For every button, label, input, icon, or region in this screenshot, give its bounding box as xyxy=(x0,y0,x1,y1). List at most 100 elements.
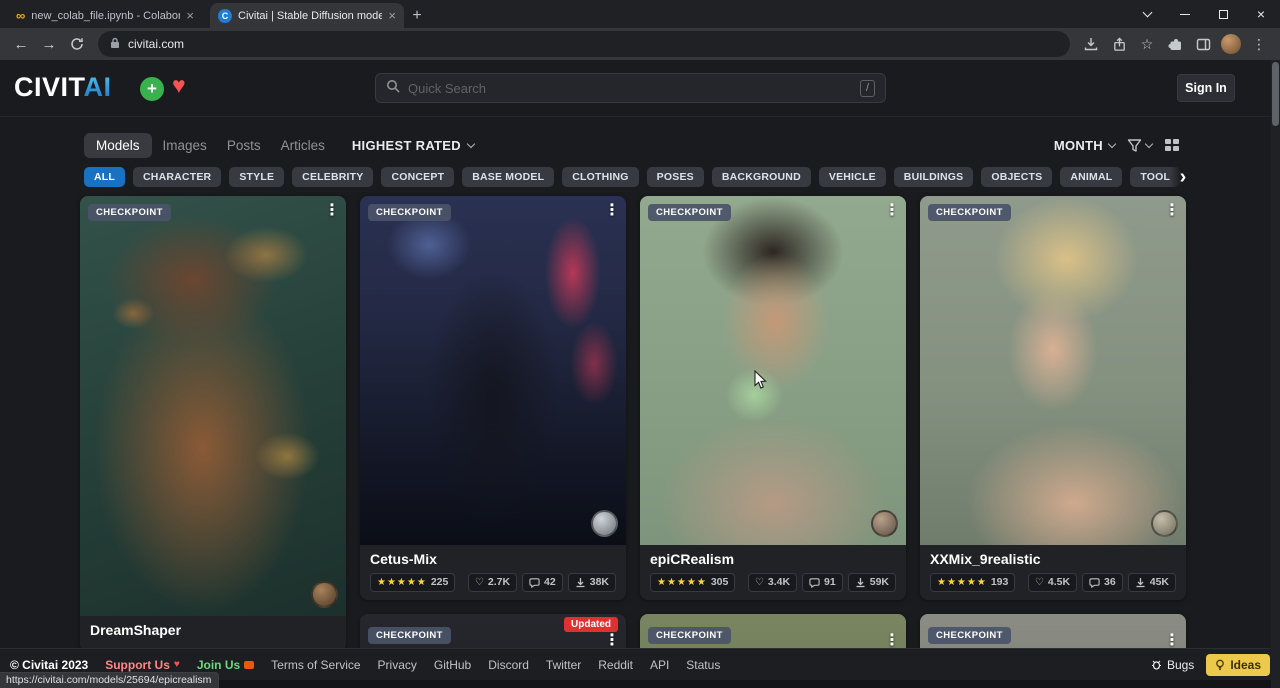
comment-icon xyxy=(809,577,820,588)
category-chip-style[interactable]: STYLE xyxy=(229,167,284,187)
filter-button[interactable] xyxy=(1127,138,1152,153)
address-bar[interactable]: civitai.com xyxy=(98,31,1070,57)
sort-select[interactable]: HIGHEST RATED xyxy=(352,138,474,153)
footer-link-twitter[interactable]: Twitter xyxy=(546,658,581,672)
card-title: DreamShaper xyxy=(90,622,336,638)
create-button[interactable]: + xyxy=(140,77,164,101)
profile-avatar[interactable] xyxy=(1221,34,1241,54)
layout-toggle-button[interactable] xyxy=(1164,138,1180,152)
tab-posts[interactable]: Posts xyxy=(218,133,270,158)
extensions-icon[interactable] xyxy=(1162,31,1188,57)
category-chip-poses[interactable]: POSES xyxy=(647,167,704,187)
browser-window: ∞ new_colab_file.ipynb - Colaborat × C C… xyxy=(0,0,1280,688)
search-input[interactable] xyxy=(408,81,852,96)
card-menu-icon[interactable]: ⋮ xyxy=(884,200,900,220)
ideas-button[interactable]: Ideas xyxy=(1206,654,1270,676)
category-chip-vehicle[interactable]: VEHICLE xyxy=(819,167,886,187)
category-chip-concept[interactable]: CONCEPT xyxy=(381,167,454,187)
footer-link-join-us[interactable]: Join Us xyxy=(197,658,254,672)
period-select[interactable]: MONTH xyxy=(1054,138,1115,153)
forward-button[interactable]: → xyxy=(36,31,62,57)
content-tabs: Models Images Posts Articles xyxy=(84,133,334,158)
rating-badge: ★★★★★ 225 xyxy=(370,573,455,592)
checkpoint-badge: CHECKPOINT xyxy=(88,204,171,221)
category-chip-celebrity[interactable]: CELEBRITY xyxy=(292,167,373,187)
scrollbar-thumb[interactable] xyxy=(1272,62,1279,126)
browser-menu-icon[interactable]: ⋮ xyxy=(1246,31,1272,57)
bookmark-star-icon[interactable]: ☆ xyxy=(1134,31,1160,57)
category-chip-clothing[interactable]: CLOTHING xyxy=(562,167,638,187)
tab-search-chevron-icon[interactable] xyxy=(1128,0,1166,28)
category-chip-objects[interactable]: OBJECTS xyxy=(981,167,1052,187)
category-chip-buildings[interactable]: BUILDINGS xyxy=(894,167,974,187)
sign-in-button[interactable]: Sign In xyxy=(1177,74,1235,102)
card-image: CHECKPOINT ⋮ xyxy=(360,196,626,545)
card-menu-icon[interactable]: ⋮ xyxy=(884,630,900,650)
category-chip-animal[interactable]: ANIMAL xyxy=(1060,167,1122,187)
side-panel-icon[interactable] xyxy=(1190,31,1216,57)
card-stats: ★★★★★ 225 ♡2.7K 42 38K xyxy=(370,573,616,592)
scrollbar[interactable] xyxy=(1271,60,1280,688)
grid-icon xyxy=(1164,138,1180,152)
card-title: epiCRealism xyxy=(650,551,896,567)
checkpoint-badge: CHECKPOINT xyxy=(648,627,731,644)
search-icon xyxy=(386,79,400,98)
mouse-cursor xyxy=(753,370,769,395)
search-bar[interactable]: / xyxy=(375,73,886,103)
browser-tab-bar: ∞ new_colab_file.ipynb - Colaborat × C C… xyxy=(0,0,1280,28)
tab-articles[interactable]: Articles xyxy=(272,133,334,158)
model-card-dreamshaper[interactable]: CHECKPOINT ⋮ DreamShaper xyxy=(80,196,346,652)
model-card-xxmix9realistic[interactable]: CHECKPOINT ⋮ XXMix_9realistic ★★★★★ 193 xyxy=(920,196,1186,600)
civitai-favicon: C xyxy=(218,9,232,23)
creator-avatar[interactable] xyxy=(311,581,338,608)
browser-tab-colab[interactable]: ∞ new_colab_file.ipynb - Colaborat × xyxy=(8,3,202,28)
comments-badge: 36 xyxy=(1082,573,1123,592)
footer-link-reddit[interactable]: Reddit xyxy=(598,658,633,672)
category-chip-character[interactable]: CHARACTER xyxy=(133,167,221,187)
tab-close-icon[interactable]: × xyxy=(388,9,396,22)
tab-close-icon[interactable]: × xyxy=(186,9,194,22)
briefcase-icon xyxy=(244,661,254,669)
rating-count: 193 xyxy=(991,576,1009,589)
new-tab-button[interactable]: + xyxy=(404,3,430,28)
footer-link-support-us[interactable]: Support Us♥ xyxy=(105,658,180,672)
category-chip-background[interactable]: BACKGROUND xyxy=(712,167,811,187)
card-menu-icon[interactable]: ⋮ xyxy=(1164,630,1180,650)
minimize-button[interactable] xyxy=(1166,0,1204,28)
footer-link-discord[interactable]: Discord xyxy=(488,658,529,672)
browser-tab-civitai[interactable]: C Civitai | Stable Diffusion models, × xyxy=(210,3,404,28)
heart-icon[interactable]: ♥ xyxy=(172,72,186,99)
lock-icon xyxy=(110,37,120,52)
card-menu-icon[interactable]: ⋮ xyxy=(604,200,620,220)
reload-button[interactable] xyxy=(64,31,90,57)
card-menu-icon[interactable]: ⋮ xyxy=(1164,200,1180,220)
checkpoint-badge: CHECKPOINT xyxy=(648,204,731,221)
civitai-logo[interactable]: CIVITAI xyxy=(14,72,112,103)
creator-avatar[interactable] xyxy=(1151,510,1178,537)
back-button[interactable]: ← xyxy=(8,31,34,57)
category-chip-all[interactable]: ALL xyxy=(84,167,125,187)
category-chip-base-model[interactable]: BASE MODEL xyxy=(462,167,554,187)
card-menu-icon[interactable]: ⋮ xyxy=(324,200,340,220)
creator-avatar[interactable] xyxy=(871,510,898,537)
share-icon[interactable] xyxy=(1106,31,1132,57)
chips-scroll-right-icon[interactable]: › xyxy=(1170,164,1196,190)
install-icon[interactable] xyxy=(1078,31,1104,57)
creator-avatar[interactable] xyxy=(591,510,618,537)
card-menu-icon[interactable]: ⋮ xyxy=(604,630,620,650)
download-icon xyxy=(1135,577,1146,588)
footer-link-github[interactable]: GitHub xyxy=(434,658,471,672)
model-card-epicrealism[interactable]: CHECKPOINT ⋮ epiCRealism ★★★★★ 305 xyxy=(640,196,906,600)
bugs-button[interactable]: Bugs xyxy=(1151,658,1194,672)
tab-models[interactable]: Models xyxy=(84,133,152,158)
footer-link-status[interactable]: Status xyxy=(686,658,720,672)
close-button[interactable]: × xyxy=(1242,0,1280,28)
tab-title: Civitai | Stable Diffusion models, xyxy=(238,10,382,22)
footer-link-api[interactable]: API xyxy=(650,658,669,672)
footer-link-terms[interactable]: Terms of Service xyxy=(271,658,360,672)
model-card-cetus-mix[interactable]: CHECKPOINT ⋮ Cetus-Mix ★★★★★ 225 ♡2 xyxy=(360,196,626,600)
footer-link-privacy[interactable]: Privacy xyxy=(378,658,417,672)
tab-images[interactable]: Images xyxy=(154,133,216,158)
maximize-button[interactable] xyxy=(1204,0,1242,28)
card-stats: ★★★★★ 193 ♡4.5K 36 45K xyxy=(930,573,1176,592)
